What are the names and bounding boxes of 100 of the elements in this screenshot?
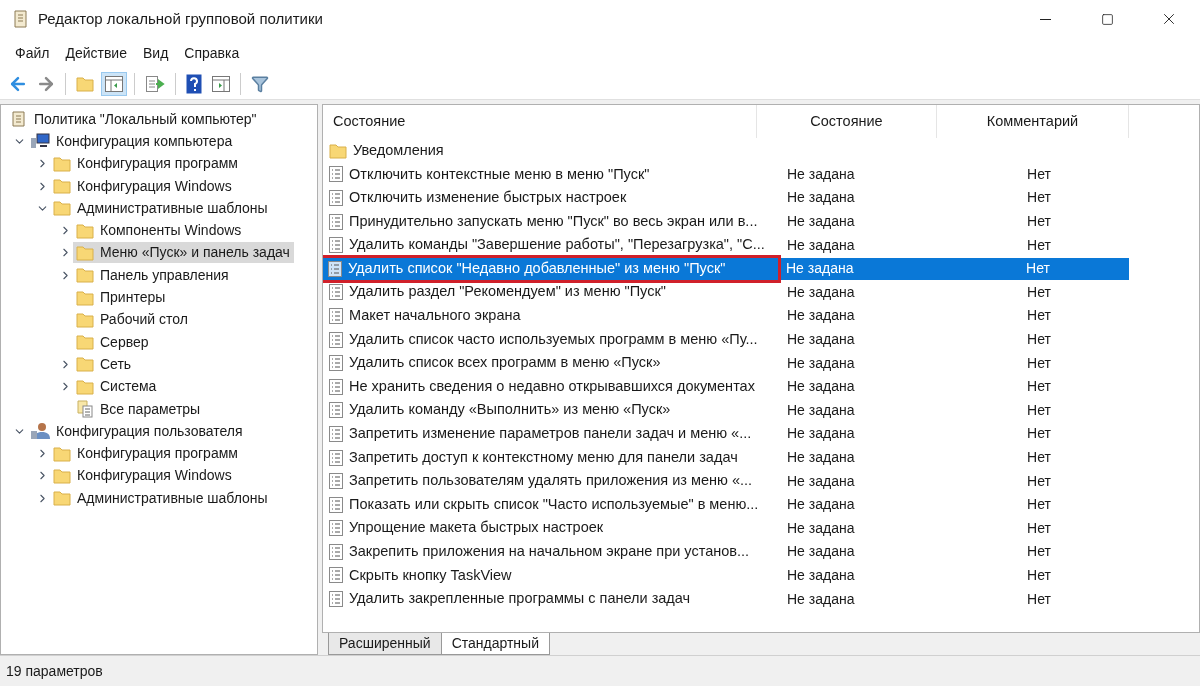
policy-icon (329, 284, 343, 301)
tree-item[interactable]: Принтеры (73, 287, 170, 308)
policy-name: Принудительно запускать меню "Пуск" во весь экран или в... (349, 211, 758, 231)
list-row[interactable]: Удалить список "Недавно добавленные" из меню "Пуск" Не задана Нет (323, 257, 1129, 280)
comment-cell-text: Нет (1026, 448, 1052, 467)
list-row[interactable]: Не хранить сведения о недавно открывавшихся документах Не задана Нет (323, 375, 1129, 398)
state-cell-text: Не задана (786, 306, 856, 326)
scroll-icon (12, 9, 30, 29)
column-header[interactable]: Состояние (323, 105, 757, 138)
policy-icon (329, 355, 343, 372)
view-tab[interactable]: Расширенный (328, 633, 442, 655)
tree-item[interactable]: Компоненты Windows (73, 220, 246, 242)
column-header[interactable]: Состояние (757, 105, 937, 138)
column-header[interactable]: Комментарий (937, 105, 1129, 138)
comment-cell-text: Нет (1026, 353, 1052, 373)
folder-icon (53, 467, 71, 484)
policy-icon (329, 496, 343, 513)
comment-cell-text: Нет (1026, 566, 1052, 585)
user-icon (30, 422, 50, 441)
tree-item[interactable]: Рабочий стол (73, 309, 192, 331)
policy-name: Уведомления (353, 140, 444, 160)
state-cell-text: Не задана (786, 400, 856, 420)
state-cell-text: Не задана (786, 282, 856, 302)
policy-name: Удалить закрепленные программы с панели задач (349, 589, 691, 609)
tree-item[interactable]: Конфигурация пользователя (27, 420, 247, 442)
tree-item[interactable]: Все параметры (73, 398, 205, 420)
policy-icon (329, 520, 343, 537)
comment-cell-text: Нет (1026, 495, 1052, 515)
comment-cell-text: Нет (1026, 306, 1052, 326)
folder-icon (76, 334, 94, 351)
policy-name: Скрыть кнопку TaskView (349, 565, 512, 585)
list-row[interactable]: Удалить список часто используемых программ в меню «Пу... Не задана Нет (323, 328, 1129, 351)
tree-item[interactable]: Панель управления (73, 264, 233, 286)
policy-name: Удалить список "Недавно добавленные" из меню "Пуск" (348, 258, 726, 278)
list-row[interactable]: Удалить список всех программ в меню «Пуск» Не задана Нет (323, 352, 1129, 375)
policy-icon (329, 543, 343, 560)
menu-item[interactable]: Файл (8, 42, 57, 64)
state-cell-text: Не задана (786, 566, 856, 585)
folder-icon (53, 178, 71, 195)
list-row[interactable]: Закрепить приложения на начальном экране при установ... Не задана Нет (323, 540, 1129, 563)
comment-cell-text: Нет (1026, 282, 1052, 302)
policy-icon (329, 567, 343, 584)
policy-name: Удалить команды "Завершение работы", "Перезагрузка", "С... (349, 235, 765, 255)
list-row[interactable]: Скрыть кнопку TaskView Не задана Нет (323, 564, 1129, 587)
policy-icon (329, 307, 343, 324)
view-tab[interactable]: Стандартный (440, 633, 550, 655)
policy-name: Закрепить приложения на начальном экране при установ... (349, 542, 750, 561)
list-row[interactable]: Отключить изменение быстрых настроек Не задана Нет (323, 187, 1129, 209)
tree-item[interactable]: Сеть (73, 353, 136, 375)
list-row[interactable]: Отключить контекстные меню в меню "Пуск" Не задана Нет (323, 163, 1129, 186)
state-cell-text: Не задана (786, 518, 856, 538)
tree-item[interactable]: Конфигурация Windows (50, 175, 236, 197)
comment-cell-text: Нет (1026, 212, 1052, 232)
folder-icon (76, 356, 94, 373)
policy-name: Запретить доступ к контекстному меню для панели задач (349, 447, 738, 467)
list-row[interactable]: Удалить команды "Завершение работы", "Перезагрузка", "С... Не задана Нет (323, 234, 1129, 257)
state-cell-text: Не задана (786, 330, 856, 350)
tree-item[interactable]: Конфигурация программ (50, 443, 242, 465)
policy-icon (329, 402, 343, 419)
policy-name: Отключить контекстные меню в меню "Пуск" (349, 164, 650, 184)
show-tree-button[interactable] (101, 71, 127, 96)
state-cell-text: Не задана (786, 235, 856, 255)
tree-item[interactable]: Сервер (73, 331, 153, 353)
list-row[interactable]: Запретить доступ к контекстному меню для панели задач Не задана Нет (323, 446, 1129, 469)
folder-icon (53, 155, 71, 172)
list-row[interactable]: Запретить пользователям удалять приложения из меню «... Не задана Нет (323, 470, 1129, 493)
tree-item[interactable]: Система (73, 376, 161, 398)
comment-cell-text: Нет (1025, 259, 1051, 279)
menu-item[interactable]: Действие (58, 42, 134, 64)
list-row[interactable]: Удалить команду «Выполнить» из меню «Пуск» Не задана Нет (323, 399, 1129, 422)
policy-icon (329, 166, 343, 183)
state-cell-text: Не задана (786, 188, 856, 208)
menu-item[interactable]: Вид (135, 42, 176, 64)
list-row[interactable]: Удалить закрепленные программы с панели задач Не задана Нет (323, 588, 1129, 611)
list-row[interactable]: Запретить изменение параметров панели задач и меню «... Не задана Нет (323, 422, 1129, 445)
folder-icon (329, 142, 347, 159)
list-row[interactable]: Удалить раздел "Рекомендуем" из меню "Пуск" Не задана Нет (323, 281, 1129, 304)
list-row[interactable]: Упрощение макета быстрых настроек Не задана Нет (323, 517, 1129, 540)
list-row[interactable]: Макет начального экрана Не задана Нет (323, 304, 1129, 327)
tree-item[interactable]: Конфигурация компьютера (27, 130, 237, 152)
menu-item[interactable]: Справка (177, 42, 247, 64)
folder-icon (76, 289, 94, 306)
comment-cell-text: Нет (1026, 235, 1052, 255)
list-row[interactable]: Показать или скрыть список "Часто используемые" в меню... Не задана Нет (323, 493, 1129, 516)
folder-icon (53, 200, 71, 217)
tree-item[interactable]: Меню «Пуск» и панель задач (73, 242, 294, 264)
tree-item[interactable]: Административные шаблоны (50, 197, 272, 219)
policy-icon (329, 190, 343, 206)
list-row[interactable]: Уведомления (323, 139, 1129, 162)
tree-item[interactable]: Административные шаблоны (50, 487, 272, 509)
tree-item[interactable]: Политика "Локальный компьютер" (7, 108, 261, 130)
state-cell-text: Не задана (786, 495, 856, 515)
policy-icon (329, 378, 343, 395)
tree-item[interactable]: Конфигурация Windows (50, 465, 236, 487)
folder-icon (53, 490, 71, 507)
tree-item[interactable]: Конфигурация программ (50, 153, 242, 175)
state-cell-text: Не задана (786, 542, 856, 562)
folder-icon (76, 75, 94, 92)
folder-icon (53, 445, 71, 462)
list-row[interactable]: Принудительно запускать меню "Пуск" во весь экран или в... Не задана Нет (323, 210, 1129, 233)
